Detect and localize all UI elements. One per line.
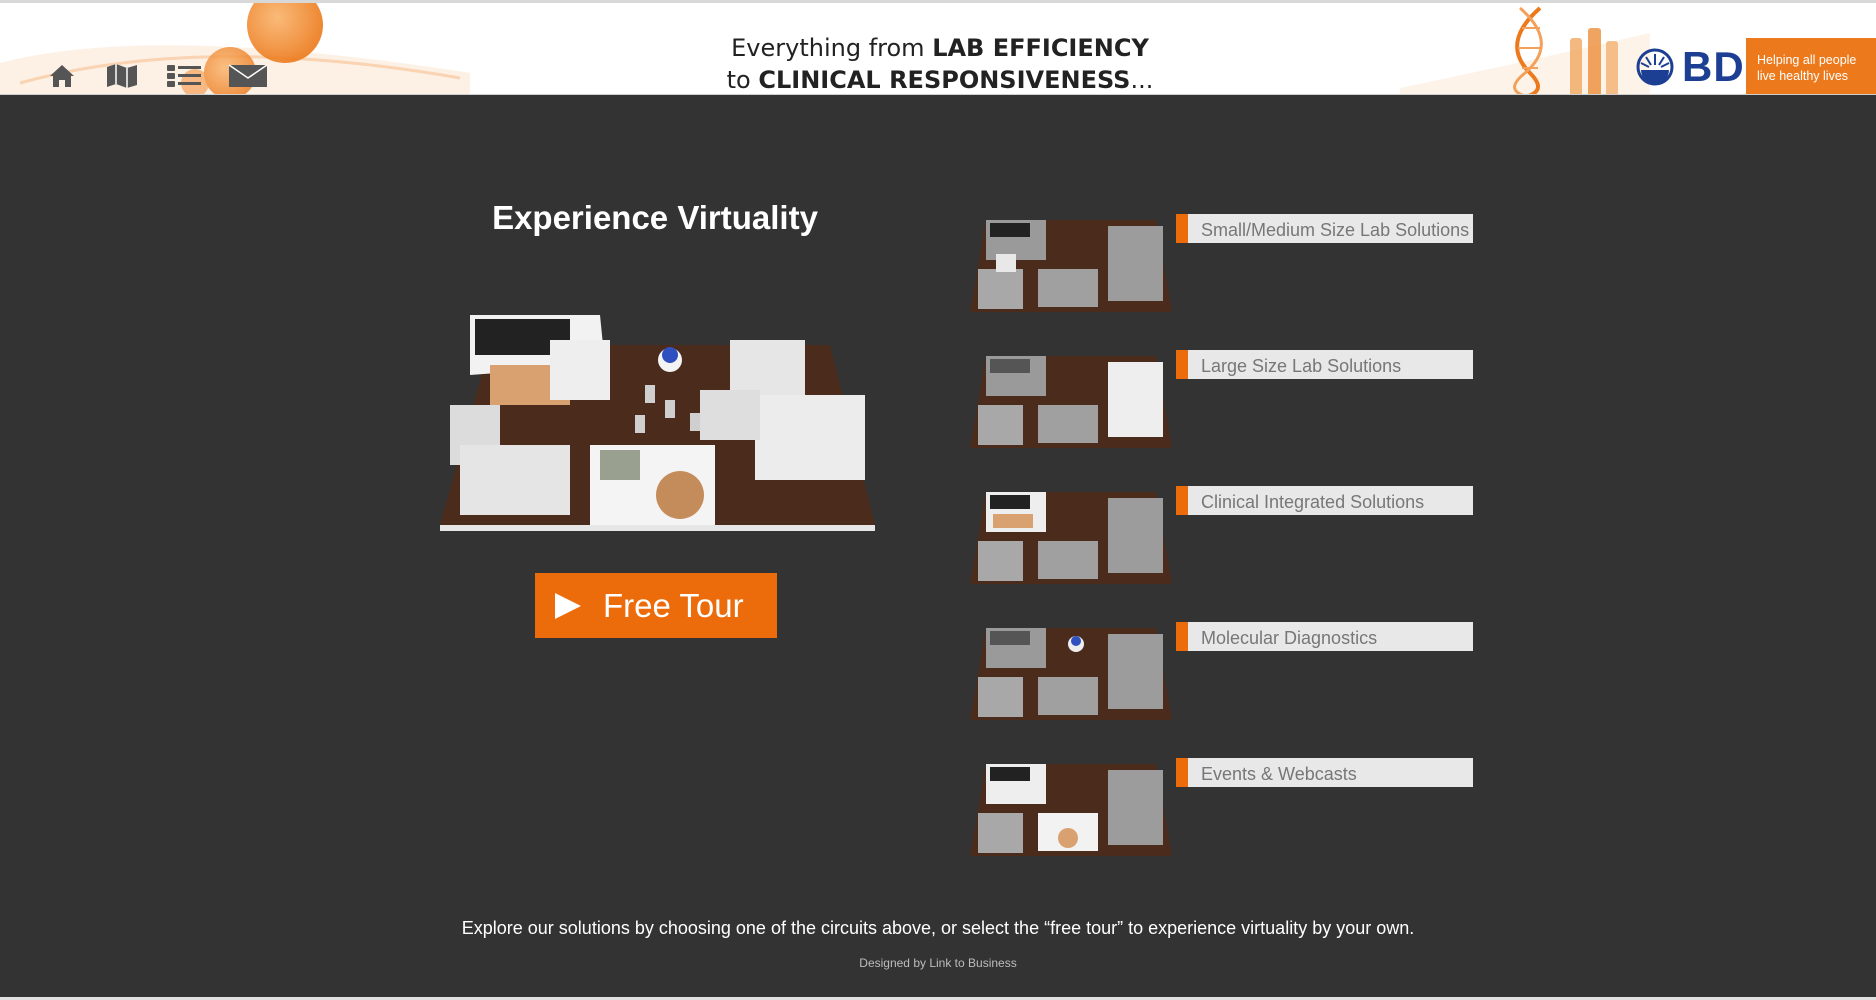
brand-slogan: Helping all people live healthy lives <box>1746 38 1876 94</box>
circuit-tag: Events & Webcasts <box>1176 758 1473 787</box>
circuit-label: Small/Medium Size Lab Solutions <box>1201 220 1470 240</box>
brand-name: BD <box>1682 43 1745 90</box>
list-icon <box>167 65 201 87</box>
circuit-thumbnail <box>970 220 1172 312</box>
circuit-tag: Small/Medium Size Lab Solutions <box>1176 214 1473 243</box>
circuit-thumbnail <box>970 764 1172 856</box>
circuit-thumbnail <box>970 492 1172 584</box>
home-button[interactable] <box>46 61 78 91</box>
list-button[interactable] <box>165 61 203 91</box>
circuit-label: Clinical Integrated Solutions <box>1201 492 1425 512</box>
free-tour-button[interactable]: Free Tour <box>535 573 777 638</box>
map-icon <box>107 64 137 88</box>
booth-overview-image[interactable] <box>430 305 885 535</box>
circuit-tag: Molecular Diagnostics <box>1176 622 1473 651</box>
circuit-events-webcasts[interactable]: Events & Webcasts <box>968 758 1473 858</box>
map-button[interactable] <box>104 61 140 91</box>
home-icon <box>50 65 74 87</box>
footer-instructions: Explore our solutions by choosing one of… <box>461 918 1415 938</box>
circuit-molecular-diagnostics[interactable]: Molecular Diagnostics <box>968 622 1473 722</box>
circuit-label: Events & Webcasts <box>1201 764 1357 784</box>
circuit-label: Large Size Lab Solutions <box>1201 356 1402 376</box>
header: Everything from LAB EFFICIENCY to CLINIC… <box>0 0 1876 95</box>
designer-credit-link[interactable]: Designed by Link to Business <box>0 956 1876 970</box>
circuit-tag: Large Size Lab Solutions <box>1176 350 1473 379</box>
free-tour-label: Free Tour <box>603 586 744 624</box>
circuit-thumbnail <box>970 628 1172 720</box>
page-title: Experience Virtuality <box>492 199 818 236</box>
header-decoration-right <box>1400 6 1650 94</box>
circuit-label: Molecular Diagnostics <box>1201 628 1378 648</box>
bd-sun-icon <box>1636 48 1674 86</box>
circuit-clinical-integrated[interactable]: Clinical Integrated Solutions <box>968 486 1473 586</box>
mail-icon <box>228 64 268 87</box>
contact-button[interactable] <box>228 61 268 91</box>
circuit-thumbnail <box>970 356 1172 448</box>
circuit-tag: Clinical Integrated Solutions <box>1176 486 1473 515</box>
play-icon <box>555 592 581 619</box>
circuit-large-lab[interactable]: Large Size Lab Solutions <box>968 350 1473 450</box>
circuit-small-medium-lab[interactable]: Small/Medium Size Lab Solutions <box>968 214 1473 314</box>
header-tagline: Everything from LAB EFFICIENCY to CLINIC… <box>726 34 1154 94</box>
